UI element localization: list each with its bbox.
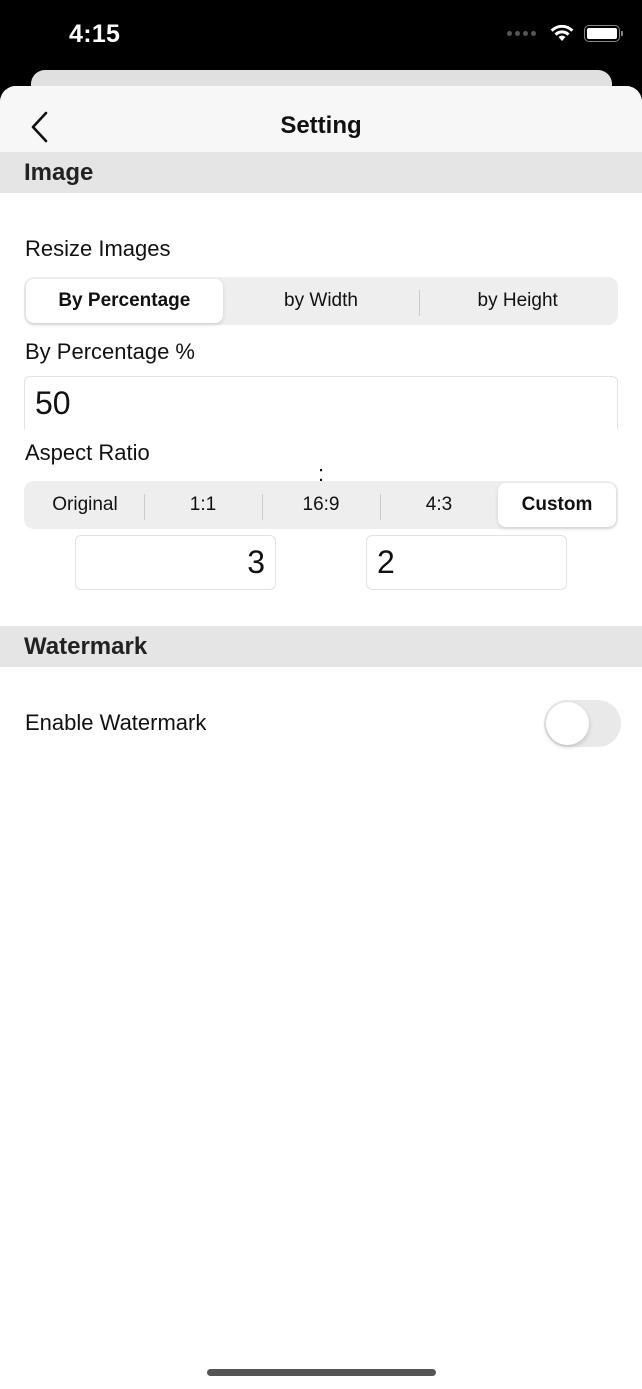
segment-16-9[interactable]: 16:9 bbox=[262, 483, 380, 527]
custom-ratio-height-input[interactable] bbox=[366, 535, 567, 590]
percentage-label: By Percentage % bbox=[25, 339, 195, 364]
page-title: Setting bbox=[280, 112, 362, 139]
segment-label: 16:9 bbox=[302, 494, 340, 515]
toggle-knob bbox=[546, 702, 589, 745]
wifi-icon bbox=[550, 24, 574, 41]
segment-by-height[interactable]: by Height bbox=[419, 279, 616, 323]
segment-divider bbox=[419, 290, 421, 316]
battery-icon bbox=[584, 24, 623, 42]
aspect-ratio-segmented-control[interactable]: Original 1:1 16:9 4:3 Custom bbox=[24, 481, 618, 529]
status-bar: 4:15 bbox=[0, 0, 642, 70]
segment-label: 1:1 bbox=[189, 494, 217, 515]
resize-images-label: Resize Images bbox=[25, 236, 171, 261]
section-header-watermark: Watermark bbox=[0, 626, 642, 667]
section-header-image: Image bbox=[0, 152, 642, 193]
ratio-separator: : bbox=[317, 461, 325, 486]
custom-ratio-width-input[interactable] bbox=[75, 535, 276, 590]
resize-mode-segmented-control[interactable]: By Percentage by Width by Height bbox=[24, 277, 618, 325]
segment-label: by Width bbox=[284, 290, 358, 311]
segment-label: Custom bbox=[521, 494, 593, 515]
segment-original[interactable]: Original bbox=[26, 483, 144, 527]
enable-watermark-toggle[interactable] bbox=[544, 700, 621, 747]
percentage-input[interactable] bbox=[24, 376, 618, 429]
segment-divider bbox=[380, 494, 381, 520]
cellular-signal-icon bbox=[507, 30, 536, 36]
segment-label: 4:3 bbox=[425, 494, 453, 515]
aspect-ratio-label: Aspect Ratio bbox=[25, 440, 150, 465]
home-indicator bbox=[207, 1369, 436, 1376]
status-icons bbox=[507, 24, 623, 42]
segment-1-1[interactable]: 1:1 bbox=[144, 483, 262, 527]
segment-by-width[interactable]: by Width bbox=[223, 279, 420, 323]
enable-watermark-label: Enable Watermark bbox=[25, 710, 207, 735]
segment-by-percentage[interactable]: By Percentage bbox=[26, 279, 223, 323]
segment-divider bbox=[144, 494, 145, 520]
status-time: 4:15 bbox=[69, 20, 121, 48]
segment-4-3[interactable]: 4:3 bbox=[380, 483, 498, 527]
segment-label: By Percentage bbox=[58, 290, 191, 311]
segment-label: by Height bbox=[477, 290, 558, 311]
segment-custom[interactable]: Custom bbox=[498, 483, 616, 527]
segment-divider bbox=[262, 494, 263, 520]
segment-label: Original bbox=[52, 494, 118, 515]
navigation-bar: Setting bbox=[0, 86, 642, 152]
